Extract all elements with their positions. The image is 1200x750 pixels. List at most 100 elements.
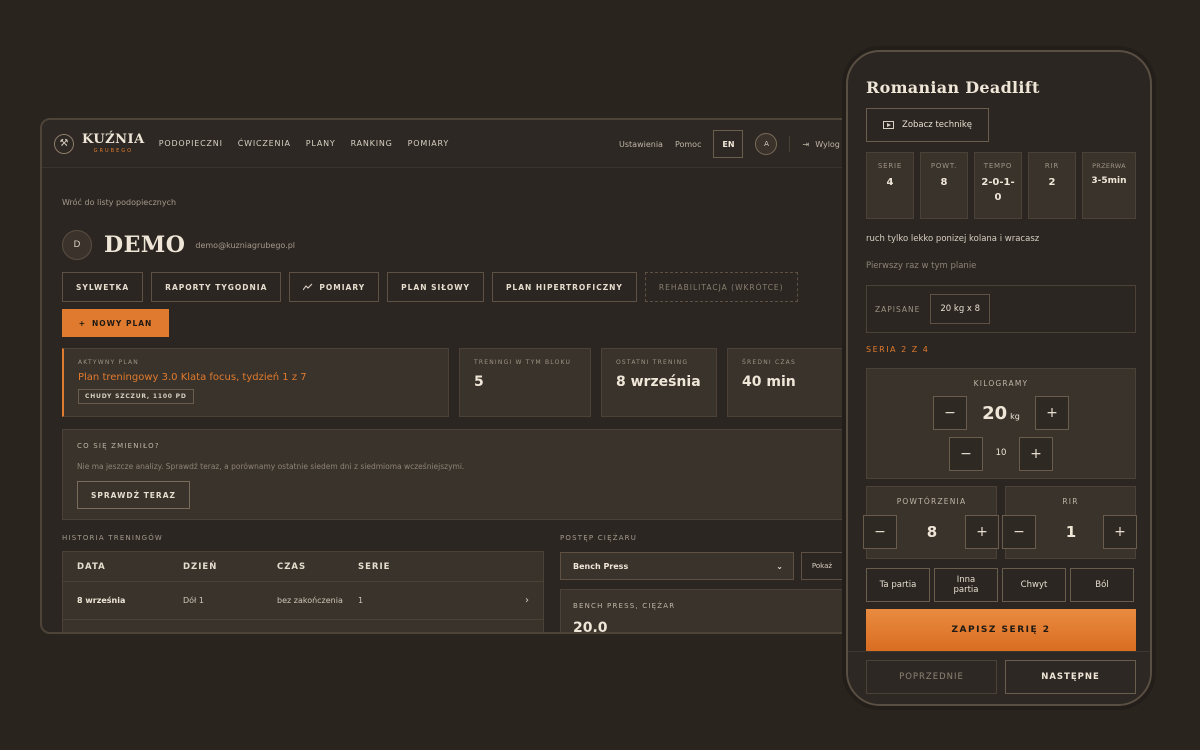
chart-label: BENCH PRESS, CIĘŻAR: [573, 602, 676, 610]
stat-label: SERIE: [877, 162, 903, 170]
table-row[interactable]: 8 września Dół 1 bez zakończenia 1 ›: [63, 582, 543, 620]
stat-label: PRZERWA: [1092, 162, 1126, 170]
exercise-title: Romanian Deadlift: [866, 78, 1040, 97]
saved-sets: ZAPISANE 20 kg x 8: [866, 285, 1136, 333]
reps-label: POWTÓRZENIA: [896, 497, 967, 506]
stat-label: TEMPO: [983, 162, 1013, 170]
kg-value: 20 kg: [975, 403, 1027, 424]
profile-header: D DEMO demo@kuzniagrubego.pl: [62, 230, 295, 260]
stat-reps: POWT. 8: [920, 152, 968, 219]
user-avatar[interactable]: A: [755, 133, 778, 155]
rir-decrease-button[interactable]: −: [1002, 515, 1036, 549]
changes-description: Nie ma jeszcze analizy. Sprawdź teraz, a…: [77, 462, 465, 471]
chip-ta-partia[interactable]: Ta partia: [866, 568, 930, 602]
stat-value: 4: [886, 177, 894, 188]
kilograms-box: KILOGRAMY − 20 kg + − 10 +: [866, 368, 1136, 479]
stat-card-workouts: TRENINGI W TYM BLOKU 5: [459, 348, 591, 417]
next-button[interactable]: NASTĘPNE: [1005, 660, 1136, 694]
active-plan-card[interactable]: AKTYWNY PLAN Plan treningowy 3.0 Klata f…: [62, 348, 449, 417]
stat-value: 40 min: [742, 374, 796, 390]
changes-card: CO SIĘ ZMIENIŁO? Nie ma jeszcze analizy.…: [62, 429, 852, 520]
stat-label: RIR: [1044, 162, 1060, 170]
exercise-note: ruch tylko lekko ponizej kolana i wracas…: [866, 234, 1040, 244]
tab-sylwetka[interactable]: SYLWETKA: [62, 272, 144, 302]
column-header-day: DZIEŃ: [183, 561, 218, 572]
stat-label: ŚREDNI CZAS: [742, 359, 796, 366]
check-now-button[interactable]: SPRAWDŹ TERAZ: [77, 481, 190, 509]
reps-increase-button[interactable]: +: [965, 515, 999, 549]
top-navbar: ⚒ KUŹNIA GRUBEGO PODOPIECZNI ĆWICZENIA P…: [42, 120, 868, 168]
cell-day: Dół 1: [183, 596, 204, 605]
settings-link[interactable]: Ustawienia: [619, 140, 663, 149]
nav-link-pomiary[interactable]: POMIARY: [408, 139, 449, 148]
cell-date: 8 września: [77, 596, 126, 605]
tab-raporty-tygodnia[interactable]: RAPORTY TYGODNIA: [151, 272, 282, 302]
save-set-button[interactable]: ZAPISZ SERIĘ 2: [866, 609, 1136, 651]
stat-value: 5: [474, 374, 484, 390]
plus-icon: +: [78, 318, 86, 328]
tag-chips: Ta partia Inna partia Chwyt Ból: [866, 568, 1134, 602]
active-plan-label: AKTYWNY PLAN: [78, 359, 139, 366]
reps-decrease-button[interactable]: −: [863, 515, 897, 549]
kg-unit: kg: [1010, 412, 1020, 421]
logout-button[interactable]: ⇥ Wylog: [802, 140, 839, 149]
stat-value: 3-5min: [1091, 176, 1127, 186]
kg-number: 20: [982, 403, 1008, 424]
chip-bol[interactable]: Ból: [1070, 568, 1134, 602]
previous-button[interactable]: POPRZEDNIE: [866, 660, 997, 694]
stat-label: OSTATNI TRENING: [616, 359, 689, 366]
exercise-select[interactable]: Bench Press ⌄: [560, 552, 794, 580]
column-header-time: CZAS: [277, 561, 307, 572]
stat-value: 2-0-1-0: [981, 177, 1015, 203]
logo[interactable]: ⚒ KUŹNIA GRUBEGO: [54, 133, 145, 154]
kg-decrease-button[interactable]: −: [933, 396, 967, 430]
trend-icon: [303, 283, 313, 291]
back-link[interactable]: Wróć do listy podopiecznych: [62, 198, 176, 207]
tab-pomiary[interactable]: POMIARY: [289, 272, 380, 302]
logo-title: KUŹNIA: [82, 132, 145, 147]
kg-increase-button[interactable]: +: [1035, 396, 1069, 430]
stat-value: 2: [1048, 177, 1056, 188]
nav-link-ranking[interactable]: RANKING: [351, 139, 393, 148]
kg-step-decrease-button[interactable]: −: [949, 437, 983, 471]
tab-plan-hipertroficzny[interactable]: PLAN HIPERTROFICZNY: [491, 272, 637, 302]
new-plan-label: NOWY PLAN: [91, 318, 153, 328]
chip-chwyt[interactable]: Chwyt: [1002, 568, 1066, 602]
nav-link-plany[interactable]: PLANY: [306, 139, 336, 148]
stat-series: SERIE 4: [866, 152, 914, 219]
saved-set-chip[interactable]: 20 kg x 8: [930, 294, 991, 324]
column-header-series: SERIE: [358, 561, 391, 572]
new-plan-button[interactable]: + NOWY PLAN: [62, 309, 169, 337]
profile-name: DEMO: [104, 232, 186, 258]
logout-label: Wylog: [815, 139, 840, 149]
show-button[interactable]: Pokaż: [801, 552, 843, 580]
profile-tabs: SYLWETKA RAPORTY TYGODNIA POMIARY PLAN S…: [62, 272, 798, 302]
history-table: DATA DZIEŃ CZAS SERIE 8 września Dół 1 b…: [62, 551, 544, 632]
stat-tempo: TEMPO 2-0-1-0: [974, 152, 1022, 219]
stat-value: 8: [940, 177, 948, 188]
exercise-select-value: Bench Press: [573, 561, 629, 571]
tab-rehabilitacja: REHABILITACJA (WKRÓTCE): [644, 272, 798, 302]
technique-button[interactable]: Zobacz technikę: [866, 108, 989, 142]
stat-label: POWT.: [930, 162, 958, 170]
rir-increase-button[interactable]: +: [1103, 515, 1137, 549]
nav-link-cwiczenia[interactable]: ĆWICZENIA: [238, 139, 291, 148]
stat-rest: PRZERWA 3-5min: [1082, 152, 1136, 219]
technique-label: Zobacz technikę: [902, 120, 972, 130]
stat-label: TRENINGI W TYM BLOKU: [474, 359, 572, 366]
chip-inna-partia[interactable]: Inna partia: [934, 568, 998, 602]
logout-icon: ⇥: [802, 139, 810, 149]
nav-link-podopieczni[interactable]: PODOPIECZNI: [159, 139, 223, 148]
cell-series: 1: [358, 596, 364, 605]
column-header-date: DATA: [77, 561, 106, 572]
logo-subtitle: GRUBEGO: [93, 148, 134, 154]
nav-links: PODOPIECZNI ĆWICZENIA PLANY RANKING POMI…: [159, 139, 449, 148]
language-button[interactable]: EN: [713, 130, 744, 158]
tab-plan-silowy[interactable]: PLAN SIŁOWY: [387, 272, 484, 302]
saved-label: ZAPISANE: [875, 304, 921, 314]
rir-label: RIR: [1062, 497, 1079, 506]
rir-value: 1: [1065, 523, 1077, 541]
help-link[interactable]: Pomoc: [675, 140, 702, 149]
reps-box: POWTÓRZENIA − 8 +: [863, 486, 999, 559]
kg-step-increase-button[interactable]: +: [1019, 437, 1053, 471]
